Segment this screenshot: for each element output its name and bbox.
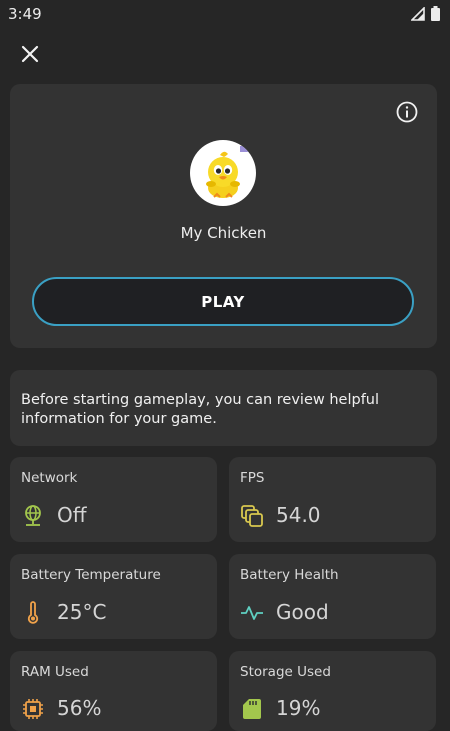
storage-used-tile: Storage Used 19%: [229, 651, 436, 731]
network-label: Network: [21, 470, 78, 486]
battery-icon: [431, 6, 440, 21]
battery-health-value: Good: [276, 600, 329, 624]
status-icons: [411, 6, 440, 21]
fps-label: FPS: [240, 470, 265, 486]
close-icon: [21, 45, 39, 63]
battery-temperature-value: 25°C: [57, 600, 107, 624]
game-card: My Chicken PLAY: [10, 84, 437, 348]
status-time: 3:49: [8, 5, 42, 23]
sd-card-icon: [243, 699, 261, 719]
ram-used-value: 56%: [57, 696, 102, 720]
status-bar: 3:49: [0, 0, 450, 28]
play-button-label: PLAY: [201, 292, 245, 311]
ram-used-label: RAM Used: [21, 664, 89, 680]
battery-health-tile: Battery Health Good: [229, 554, 436, 639]
storage-used-value: 19%: [276, 696, 321, 720]
game-name: My Chicken: [180, 224, 267, 242]
close-button[interactable]: [16, 40, 44, 68]
fps-value: 54.0: [276, 503, 321, 527]
chip-icon: [23, 699, 43, 719]
battery-temperature-tile: Battery Temperature 25°C: [10, 554, 217, 639]
pulse-icon: [241, 606, 263, 620]
fps-tile: FPS 54.0: [229, 457, 436, 542]
play-button[interactable]: PLAY: [32, 277, 414, 326]
storage-used-label: Storage Used: [240, 664, 331, 680]
layers-icon: [241, 505, 263, 527]
thermometer-icon: [27, 601, 39, 624]
network-value: Off: [57, 503, 87, 527]
ram-used-tile: RAM Used 56%: [10, 651, 217, 731]
info-button[interactable]: [395, 100, 419, 124]
hint-card: Before starting gameplay, you can review…: [10, 370, 437, 446]
globe-icon: [25, 505, 41, 526]
battery-temperature-label: Battery Temperature: [21, 567, 161, 583]
chicken-icon: [206, 146, 248, 198]
battery-health-label: Battery Health: [240, 567, 339, 583]
network-tile: Network Off: [10, 457, 217, 542]
info-icon: [396, 101, 418, 123]
hint-text: Before starting gameplay, you can review…: [21, 392, 380, 427]
signal-icon: [411, 6, 425, 21]
game-avatar: [190, 140, 256, 206]
